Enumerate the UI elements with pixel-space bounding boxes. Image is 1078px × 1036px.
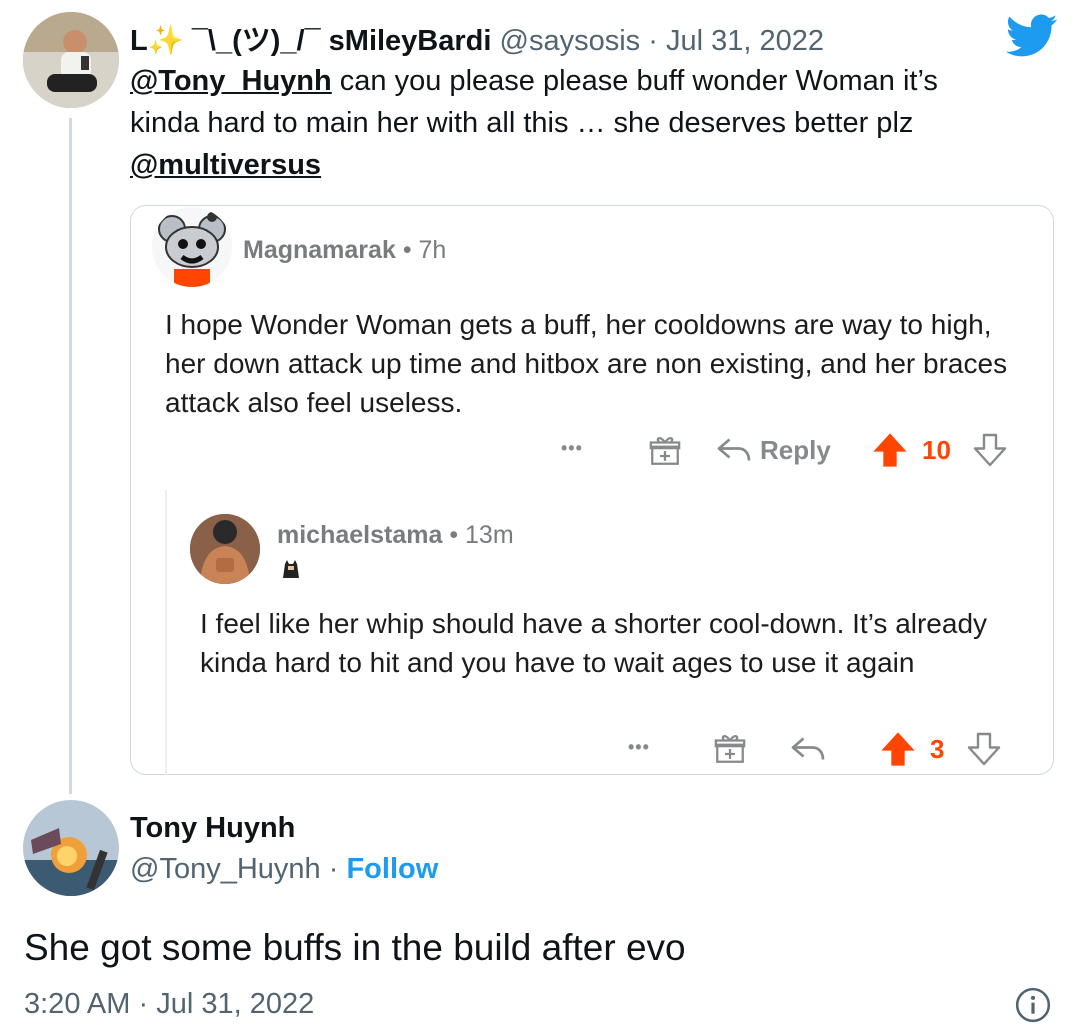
avatar-photo [23, 800, 119, 896]
reddit-reply-time: • 13m [449, 521, 514, 549]
main-tweet-text: She got some buffs in the build after ev… [24, 927, 686, 968]
reddit-username-magnamarak[interactable]: Magnamarak [243, 236, 396, 264]
tweet-time[interactable]: 3:20 AM [24, 988, 130, 1020]
reddit-reply-text: I feel like her whip should have a short… [200, 608, 988, 678]
upvote-icon[interactable] [878, 729, 918, 769]
avatar-magnamarak[interactable] [152, 207, 232, 287]
more-options-button[interactable]: ••• [628, 737, 650, 758]
mention-tony-huynh[interactable]: @Tony_Huynh [130, 65, 332, 97]
tweet-date[interactable]: Jul 31, 2022 [156, 988, 314, 1020]
reddit-comment-text: I hope Wonder Woman gets a buff, her coo… [165, 309, 1008, 418]
reddit-screenshot-card[interactable] [130, 205, 1054, 775]
main-display-name[interactable]: Tony Huynh [130, 812, 295, 845]
gift-icon[interactable] [648, 434, 682, 468]
more-options-button[interactable]: ••• [561, 438, 583, 459]
avatar-saysosis[interactable] [23, 12, 119, 108]
avatar-michaelstama[interactable] [190, 514, 260, 584]
reply-arrow-icon[interactable] [790, 733, 826, 765]
quoted-separator: · [648, 25, 658, 57]
reply-arrow-icon[interactable] [716, 434, 752, 466]
reddit-username-michaelstama[interactable]: michaelstama [277, 521, 442, 549]
upvote-count: 10 [922, 435, 951, 465]
reply-button[interactable]: Reply [760, 435, 831, 466]
info-icon[interactable] [1014, 986, 1052, 1024]
avatar-photo [23, 12, 119, 108]
reddit-snoo-avatar [152, 207, 232, 287]
gift-icon[interactable] [713, 732, 747, 766]
main-handle[interactable]: @Tony_Huynh [130, 853, 321, 885]
downvote-icon[interactable] [966, 729, 1002, 769]
batman-flair-icon [283, 560, 299, 578]
main-separator: · [328, 853, 339, 885]
reddit-comment-time: • 7h [402, 236, 447, 264]
follow-button[interactable]: Follow [346, 853, 438, 885]
upvote-icon[interactable] [870, 430, 910, 470]
tweet-time-separator: · [138, 988, 149, 1020]
thread-line [69, 118, 72, 794]
downvote-icon[interactable] [972, 430, 1008, 470]
quoted-handle[interactable]: @saysosis [500, 25, 641, 57]
upvote-count: 3 [930, 734, 945, 764]
mention-multiversus[interactable]: @multiversus [130, 149, 321, 181]
avatar-photo [190, 514, 260, 584]
quoted-date[interactable]: Jul 31, 2022 [666, 25, 824, 57]
twitter-bird-icon[interactable] [1006, 14, 1058, 58]
quoted-display-name[interactable]: L✨ ¯\_(ツ)_/¯ sMileyBardi [130, 25, 491, 57]
nested-thread-line [165, 490, 167, 775]
avatar-tony-huynh[interactable] [23, 800, 119, 896]
